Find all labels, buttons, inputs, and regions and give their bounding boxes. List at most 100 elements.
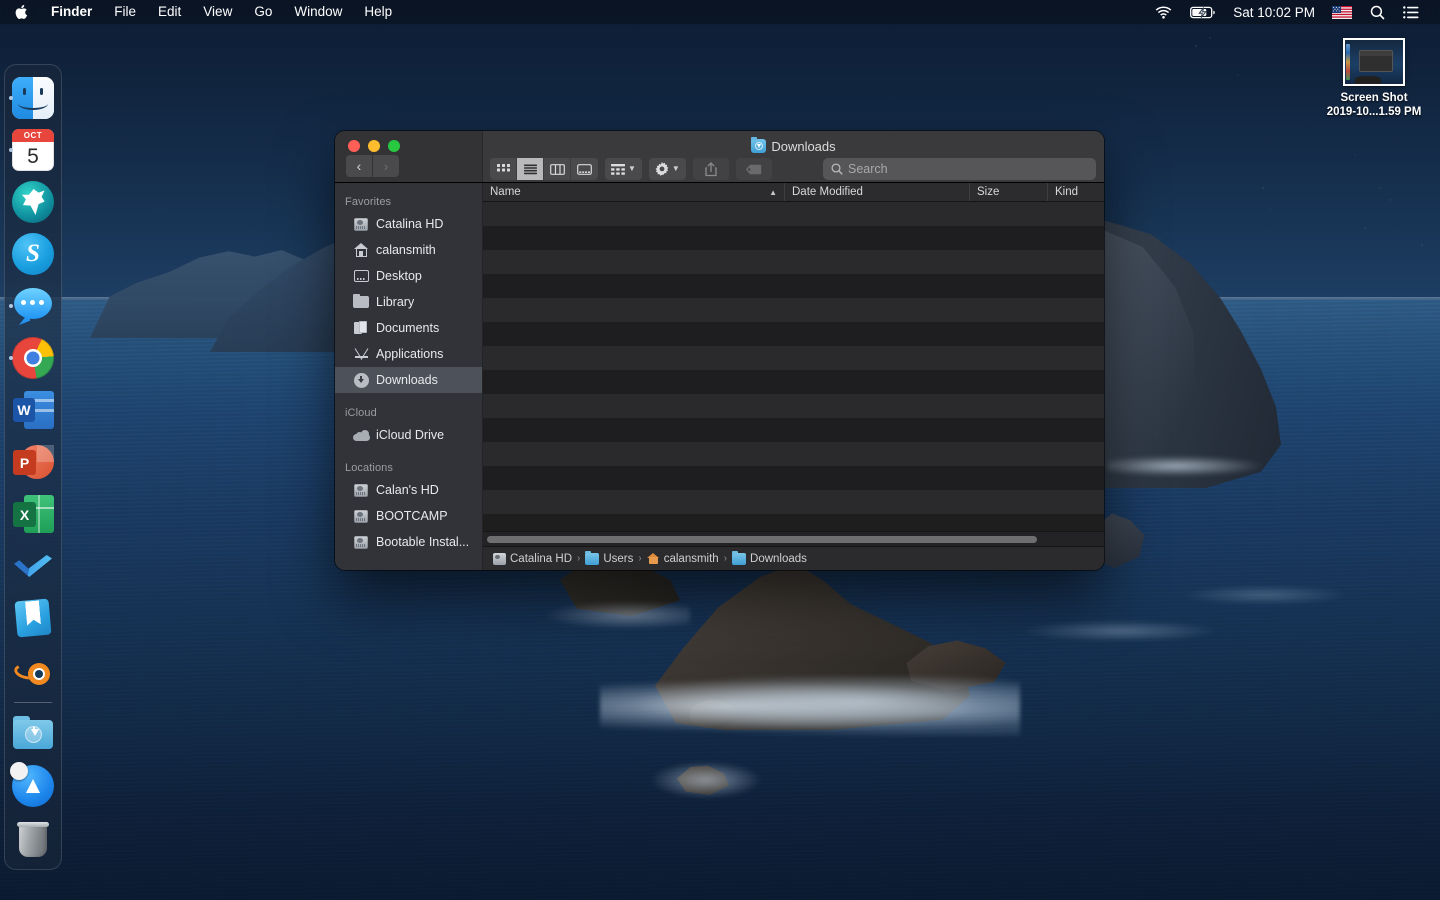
scrollbar-thumb[interactable] [487, 535, 1037, 543]
column-header-size[interactable]: Size [970, 183, 1048, 201]
share-button[interactable] [692, 158, 729, 180]
sidebar-heading-icloud: iCloud [345, 407, 377, 419]
tag-button[interactable] [735, 158, 772, 180]
list-view-button[interactable] [517, 158, 544, 180]
desktop-icon-label-line2: 2019-10...1.59 PM [1326, 106, 1422, 118]
table-row[interactable] [483, 346, 1104, 370]
path-item-catalina-hd[interactable]: Catalina HD [493, 552, 572, 565]
excel-icon: X [12, 493, 54, 535]
path-item-label: calansmith [663, 552, 719, 565]
dock-item-todo-check[interactable] [8, 541, 58, 591]
dock-item-messages[interactable] [8, 281, 58, 331]
battery-charging-icon[interactable] [1181, 6, 1225, 19]
sidebar-item-bootcamp[interactable]: BOOTCAMP [335, 503, 482, 529]
path-item-downloads[interactable]: Downloads [732, 550, 807, 565]
file-list-area: Name ▲ Date Modified Size Kind Catalina … [483, 183, 1104, 570]
dock-item-downloads-folder[interactable] [8, 709, 58, 759]
table-row[interactable] [483, 370, 1104, 394]
hard-drive-icon [353, 216, 369, 232]
minimize-button[interactable] [368, 140, 380, 152]
menu-view[interactable]: View [192, 2, 243, 22]
downloads-icon [353, 372, 369, 388]
table-row[interactable] [483, 298, 1104, 322]
column-header-name[interactable]: Name ▲ [483, 183, 785, 201]
dock-item-calendar[interactable]: OCT 5 [8, 125, 58, 175]
sidebar-item-icloud-drive[interactable]: iCloud Drive [335, 422, 482, 448]
desktop-icon-screen-shot[interactable]: Screen Shot 2019-10...1.59 PM [1313, 38, 1435, 119]
menu-edit[interactable]: Edit [147, 2, 192, 22]
dock-item-powerpoint[interactable]: P [8, 437, 58, 487]
dock-item-word[interactable]: W [8, 385, 58, 435]
table-row[interactable] [483, 442, 1104, 466]
sidebar-item-library[interactable]: Library [335, 289, 482, 315]
menu-file[interactable]: File [103, 2, 147, 22]
finder-window[interactable]: ‹ › Downloads ▼ ▼ Search Favorites Catal… [335, 131, 1104, 570]
table-row[interactable] [483, 466, 1104, 490]
dock-item-goat-app[interactable] [8, 177, 58, 227]
sidebar-item-calansmith[interactable]: calansmith [335, 237, 482, 263]
dock-item-trash[interactable] [8, 813, 58, 863]
icon-view-button[interactable] [490, 158, 517, 180]
column-header-kind[interactable]: Kind [1048, 183, 1104, 201]
table-row[interactable] [483, 394, 1104, 418]
dock-item-skype[interactable]: S [8, 229, 58, 279]
blue-folder-icon [585, 550, 600, 565]
sidebar-item-label: Applications [376, 347, 444, 361]
sidebar-item-downloads[interactable]: Downloads [335, 367, 482, 393]
sidebar-item-label: iCloud Drive [376, 428, 445, 442]
horizontal-scrollbar[interactable] [483, 531, 1104, 546]
spotlight-search-icon[interactable] [1361, 5, 1394, 20]
window-title-bar: Downloads [483, 137, 1104, 155]
column-header-date-modified[interactable]: Date Modified [785, 183, 970, 201]
word-glyph: W [13, 398, 35, 422]
table-row[interactable] [483, 322, 1104, 346]
group-by-button[interactable]: ▼ [605, 158, 642, 180]
sidebar-item-label: Library [376, 295, 415, 309]
menu-help[interactable]: Help [353, 2, 403, 22]
apple-logo-icon[interactable] [10, 4, 40, 20]
sidebar-item-applications[interactable]: Applications [335, 341, 482, 367]
sidebar-item-label: Downloads [376, 373, 438, 387]
dock-item-excel[interactable]: X [8, 489, 58, 539]
dock-item-finder[interactable] [8, 73, 58, 123]
hard-drive-icon [353, 534, 369, 550]
search-input[interactable]: Search [823, 158, 1096, 180]
sidebar-item-documents[interactable]: Documents [335, 315, 482, 341]
menu-bar-clock[interactable]: Sat 10:02 PM [1225, 5, 1323, 20]
forward-icon[interactable]: › [373, 155, 399, 177]
path-item-users[interactable]: Users [585, 550, 633, 565]
dock-item-books[interactable] [8, 593, 58, 643]
books-icon [12, 597, 54, 639]
sidebar-item-calans-hd[interactable]: Calan's HD [335, 477, 482, 503]
table-row[interactable] [483, 274, 1104, 298]
close-button[interactable] [348, 140, 360, 152]
sidebar-item-catalina-hd[interactable]: Catalina HD [335, 211, 482, 237]
column-view-button[interactable] [544, 158, 571, 180]
action-button[interactable]: ▼ [648, 158, 686, 180]
table-row[interactable] [483, 490, 1104, 514]
checkmark-icon [12, 545, 54, 587]
menu-window[interactable]: Window [283, 2, 353, 22]
menu-finder[interactable]: Finder [40, 2, 103, 22]
dock-item-app-store[interactable]: ▲ [8, 761, 58, 811]
desktop-icon-label-line1: Screen Shot [1340, 92, 1408, 104]
dock-item-google-chrome[interactable] [8, 333, 58, 383]
column-label: Size [977, 186, 1000, 198]
control-center-icon[interactable] [1394, 5, 1428, 19]
gallery-view-button[interactable] [571, 158, 598, 180]
menu-go[interactable]: Go [243, 2, 283, 22]
us-flag-icon[interactable] [1323, 5, 1361, 19]
dock-item-blender[interactable] [8, 645, 58, 695]
file-rows[interactable] [483, 202, 1104, 531]
finder-titlebar[interactable]: ‹ › Downloads ▼ ▼ Search [335, 131, 1104, 183]
table-row[interactable] [483, 418, 1104, 442]
sidebar-item-desktop[interactable]: Desktop [335, 263, 482, 289]
back-icon[interactable]: ‹ [346, 155, 372, 177]
table-row[interactable] [483, 202, 1104, 226]
table-row[interactable] [483, 226, 1104, 250]
table-row[interactable] [483, 250, 1104, 274]
maximize-button[interactable] [388, 140, 400, 152]
sidebar-item-bootable-installer[interactable]: Bootable Instal... [335, 529, 482, 555]
wifi-icon[interactable] [1146, 5, 1181, 19]
path-item-calansmith[interactable]: calansmith [646, 552, 719, 565]
